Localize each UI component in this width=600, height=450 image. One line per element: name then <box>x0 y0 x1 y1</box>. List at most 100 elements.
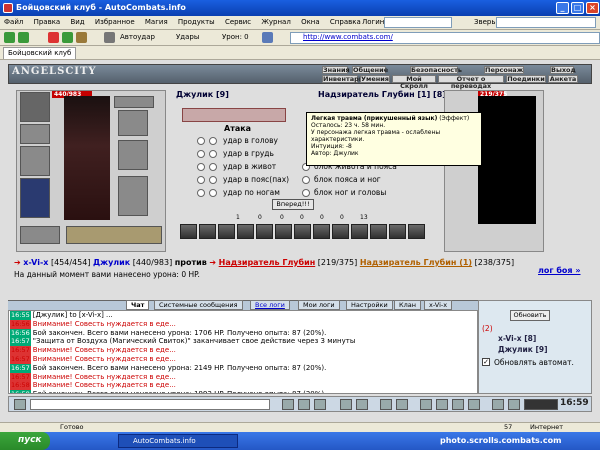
tab-my-logs[interactable]: Мои логи <box>298 300 340 310</box>
tab-settings[interactable]: Настройки <box>346 300 393 310</box>
skill-icon-5[interactable] <box>256 224 273 239</box>
shield-slot[interactable] <box>118 140 148 170</box>
tab-clan[interactable]: Клан <box>394 300 422 310</box>
tab-all-logs[interactable]: Все логи <box>250 300 290 310</box>
sound-icon[interactable] <box>380 399 392 410</box>
auto-refresh-checkbox[interactable]: ✓ <box>482 358 490 366</box>
tab-system[interactable]: Системные сообщения <box>154 300 243 310</box>
exit-chat-icon[interactable] <box>492 399 504 410</box>
skill-icon-3[interactable] <box>218 224 235 239</box>
online-user-2[interactable]: Джулик [9] <box>498 345 548 354</box>
block-legs-head[interactable]: блок ног и головы <box>302 188 386 198</box>
address-field[interactable]: http://www.combats.com/ <box>290 32 600 44</box>
chat-mode-icon[interactable] <box>14 399 26 410</box>
skill-icon-12[interactable] <box>389 224 406 239</box>
menu-products[interactable]: Продукты <box>174 16 219 28</box>
menu-magic[interactable]: Магия <box>141 16 172 28</box>
attack-stomach[interactable]: удар в живот <box>197 162 276 172</box>
save-chat-icon[interactable] <box>436 399 448 410</box>
nav-profile[interactable]: Анкета <box>548 75 578 83</box>
skill-icon-6[interactable] <box>275 224 292 239</box>
enemy2-fight-name[interactable]: Надзиратель Глубин (1) <box>360 258 472 267</box>
armor-slot[interactable] <box>20 178 50 218</box>
filter-chat-icon[interactable] <box>340 399 352 410</box>
nav-character[interactable]: Персонаж <box>484 66 524 74</box>
nav-knowledge[interactable]: Знания <box>322 66 350 74</box>
skill-icon-7[interactable] <box>294 224 311 239</box>
translit-icon[interactable] <box>356 399 368 410</box>
nav-exit[interactable]: Выход <box>550 66 576 74</box>
chat-timestamp[interactable]: 16:57 <box>10 354 31 364</box>
skill-icon-13[interactable] <box>408 224 425 239</box>
battle-log-link[interactable]: лог боя » <box>538 266 581 275</box>
taskbar-window-button[interactable]: AutoCombats.info <box>118 434 238 448</box>
clear-icon[interactable] <box>314 399 326 410</box>
chat-timestamp[interactable]: 16:57 <box>10 346 31 355</box>
nav-transfers[interactable]: Отчет о переводах <box>438 75 504 90</box>
scroll-slots[interactable] <box>66 226 162 244</box>
menu-view[interactable]: Вид <box>66 16 88 28</box>
attack-chest[interactable]: удар в грудь <box>197 149 274 159</box>
helmet-slot[interactable] <box>20 92 50 122</box>
hits-label[interactable]: Удары <box>176 33 199 41</box>
tab-combats[interactable]: Бойцовский клуб <box>3 47 77 59</box>
chat-timestamp[interactable]: 16:56 <box>10 319 31 329</box>
help-chat-icon[interactable] <box>468 399 480 410</box>
forward-icon[interactable] <box>18 32 29 43</box>
nav-scroll[interactable]: Мой Скролл <box>392 75 436 90</box>
refresh-chat-icon[interactable] <box>420 399 432 410</box>
menu-windows[interactable]: Окна <box>297 16 324 28</box>
pet-field[interactable] <box>496 17 596 28</box>
smiles-icon[interactable] <box>282 399 294 410</box>
enemy-name[interactable]: Надзиратель Глубин [1] [8] <box>318 90 446 99</box>
nav-communication[interactable]: Общение <box>352 66 388 74</box>
skill-icon-11[interactable] <box>370 224 387 239</box>
player-avatar[interactable] <box>64 96 110 220</box>
tab-private[interactable]: x-Vi-x <box>424 300 453 310</box>
start-button[interactable]: пуск <box>0 432 50 450</box>
forward-attack-button[interactable]: Вперед!!! <box>272 199 314 210</box>
minimize-button[interactable]: _ <box>556 2 569 14</box>
nav-duels[interactable]: Поединки <box>506 75 546 83</box>
skill-icon-1[interactable] <box>180 224 197 239</box>
chat-log[interactable]: 16:55 [Джулик] to [x-Vi-x] ... 16:56 Вниман… <box>8 310 478 394</box>
belt-slot[interactable] <box>20 226 60 244</box>
menu-edit[interactable]: Правка <box>30 16 65 28</box>
chat-timestamp[interactable]: 16:57 <box>10 372 31 382</box>
chat-timestamp[interactable]: 16:57 <box>10 337 31 347</box>
gloves-slot[interactable] <box>118 110 148 136</box>
skill-icon-2[interactable] <box>199 224 216 239</box>
refresh-icon[interactable] <box>62 32 73 43</box>
refresh-online-button[interactable]: Обновить <box>510 310 550 321</box>
stop-icon[interactable] <box>48 32 59 43</box>
settings-chat-icon[interactable] <box>452 399 464 410</box>
maximize-button[interactable]: □ <box>571 2 584 14</box>
send-icon[interactable] <box>298 399 310 410</box>
attack-groin[interactable]: удар в пояс(пах) <box>197 175 289 185</box>
filter-icon[interactable] <box>262 32 273 43</box>
bracer-slot[interactable] <box>20 124 50 144</box>
chat-timestamp[interactable]: 16:58 <box>10 390 31 393</box>
tools-icon[interactable] <box>104 32 115 43</box>
login-field[interactable] <box>384 17 452 28</box>
nav-security[interactable]: Безопасность <box>410 66 462 74</box>
attack-legs[interactable]: удар по ногам <box>197 188 280 198</box>
enemy-avatar[interactable] <box>478 96 536 224</box>
skill-icon-8[interactable] <box>313 224 330 239</box>
menu-file[interactable]: Файл <box>0 16 27 28</box>
chat-timestamp[interactable]: 16:55 <box>10 311 31 320</box>
block-belt-legs[interactable]: блок пояса и ног <box>302 175 381 185</box>
online-user-1[interactable]: x-Vi-x [8] <box>498 334 536 343</box>
chat-input[interactable] <box>30 399 270 410</box>
menu-favorites[interactable]: Избранное <box>91 16 139 28</box>
player-name[interactable]: Джулик [9] <box>176 90 229 99</box>
skill-icon-9[interactable] <box>332 224 349 239</box>
skill-icon-4[interactable] <box>237 224 254 239</box>
menu-journal[interactable]: Журнал <box>257 16 294 28</box>
autoattack-label[interactable]: Автоудар <box>120 33 155 41</box>
weapon-slot[interactable] <box>20 146 50 176</box>
player-fight-name[interactable]: Джулик <box>93 258 130 267</box>
enemy-fight-name[interactable]: Надзиратель Глубин <box>219 258 316 267</box>
font-icon[interactable] <box>396 399 408 410</box>
nav-skills[interactable]: Умения <box>360 75 390 83</box>
